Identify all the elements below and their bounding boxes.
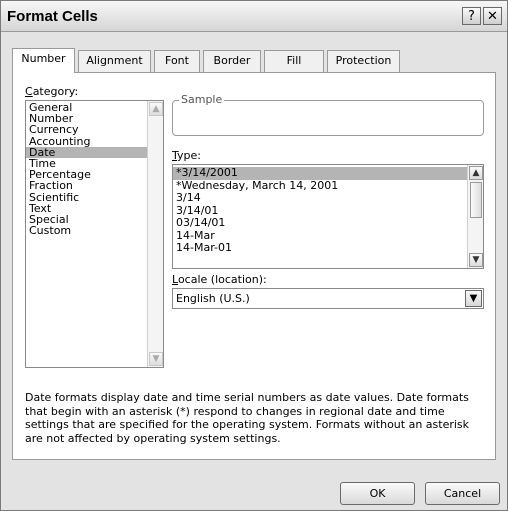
title-bar[interactable]: Format Cells ? ✕ — [1, 1, 507, 32]
number-tab-panel: Category: General Number Currency Accoun… — [12, 72, 496, 460]
format-cells-dialog: Format Cells ? ✕ Number Alignment Font B… — [0, 0, 508, 511]
locale-label: Locale (location): — [172, 273, 267, 286]
format-description: Date formats display date and time seria… — [25, 391, 470, 445]
category-listbox[interactable]: General Number Currency Accounting Date … — [25, 100, 164, 368]
type-item[interactable]: 14-Mar-01 — [173, 241, 483, 255]
type-item[interactable]: 03/14/01 — [173, 216, 483, 230]
locale-value: English (U.S.) — [176, 292, 250, 305]
category-item-custom[interactable]: Custom — [26, 225, 163, 236]
scrollbar-thumb[interactable] — [470, 182, 482, 218]
help-button[interactable]: ? — [462, 7, 481, 25]
scroll-down-icon[interactable]: ▼ — [469, 253, 483, 267]
category-label: Category: — [25, 85, 79, 98]
category-item-currency[interactable]: Currency — [26, 124, 163, 135]
type-item[interactable]: 3/14 — [173, 191, 483, 205]
scroll-up-icon[interactable]: ▲ — [469, 166, 483, 180]
close-button[interactable]: ✕ — [483, 7, 502, 25]
locale-dropdown[interactable]: English (U.S.) ▼ — [172, 288, 484, 309]
type-label: Type: — [172, 149, 201, 162]
ok-button[interactable]: OK — [340, 482, 415, 505]
category-item-scientific[interactable]: Scientific — [26, 191, 163, 202]
category-item-fraction[interactable]: Fraction — [26, 180, 163, 191]
sample-label: Sample — [179, 93, 225, 106]
tab-font[interactable]: Font — [154, 50, 200, 72]
tab-number[interactable]: Number — [12, 48, 75, 73]
dialog-title: Format Cells — [7, 8, 98, 25]
tab-alignment[interactable]: Alignment — [78, 50, 151, 72]
scroll-up-icon[interactable]: ▲ — [149, 102, 163, 116]
tab-fill[interactable]: Fill — [264, 50, 324, 72]
sample-group: Sample — [172, 93, 484, 136]
tab-border[interactable]: Border — [203, 50, 261, 72]
type-scrollbar[interactable]: ▲ ▼ — [467, 165, 483, 268]
category-scrollbar[interactable]: ▲ ▼ — [147, 101, 163, 367]
chevron-down-icon[interactable]: ▼ — [465, 290, 482, 307]
type-item[interactable]: *Wednesday, March 14, 2001 — [173, 179, 483, 193]
type-listbox[interactable]: *3/14/2001 *Wednesday, March 14, 2001 3/… — [172, 164, 484, 269]
scroll-down-icon[interactable]: ▼ — [149, 352, 163, 366]
type-item[interactable]: *3/14/2001 — [173, 166, 483, 180]
tab-protection[interactable]: Protection — [327, 50, 400, 72]
cancel-button[interactable]: Cancel — [425, 482, 500, 505]
